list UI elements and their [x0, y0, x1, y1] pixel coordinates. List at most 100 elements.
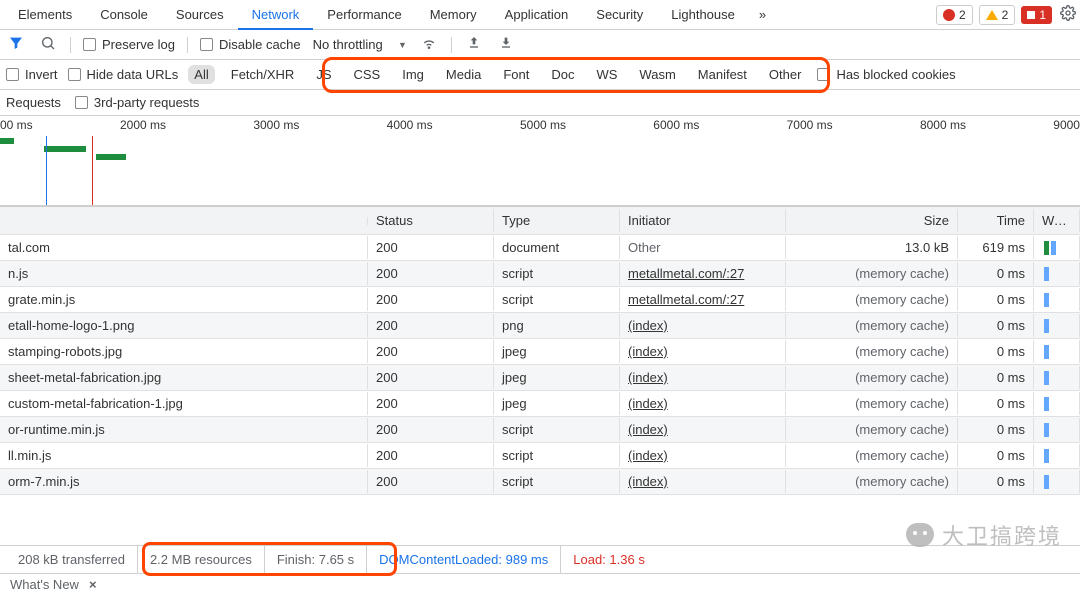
- tab-console[interactable]: Console: [86, 1, 162, 28]
- table-row[interactable]: n.js200scriptmetallmetal.com/:27(memory …: [0, 261, 1080, 287]
- initiator-link[interactable]: (index): [628, 448, 668, 463]
- table-row[interactable]: custom-metal-fabrication-1.jpg200jpeg(in…: [0, 391, 1080, 417]
- cell: 0 ms: [958, 288, 1034, 311]
- col-name[interactable]: [0, 217, 368, 225]
- issues-badge[interactable]: 1: [1021, 6, 1052, 24]
- preserve-log-checkbox[interactable]: Preserve log: [83, 37, 175, 52]
- checkbox-icon: [68, 68, 81, 81]
- filter-pill-ws[interactable]: WS: [590, 65, 623, 84]
- separator: [187, 37, 188, 53]
- waterfall-mark: [1044, 293, 1049, 307]
- settings-button[interactable]: [1060, 5, 1076, 24]
- initiator-link[interactable]: metallmetal.com/:27: [628, 292, 744, 307]
- cell: 0 ms: [958, 470, 1034, 493]
- initiator-link[interactable]: (index): [628, 344, 668, 359]
- warnings-badge[interactable]: 2: [979, 5, 1016, 25]
- network-conditions-button[interactable]: [419, 33, 439, 56]
- col-waterfall[interactable]: Water: [1034, 209, 1080, 232]
- initiator-link[interactable]: (index): [628, 422, 668, 437]
- search-button[interactable]: [38, 33, 58, 56]
- filter-pill-css[interactable]: CSS: [348, 65, 387, 84]
- cell: 200: [368, 444, 494, 467]
- tab-performance[interactable]: Performance: [313, 1, 415, 28]
- filter-pill-doc[interactable]: Doc: [545, 65, 580, 84]
- cell: 619 ms: [958, 236, 1034, 259]
- import-har-button[interactable]: [464, 33, 484, 56]
- cell: jpeg: [494, 366, 620, 389]
- filter-pill-font[interactable]: Font: [497, 65, 535, 84]
- tab-security[interactable]: Security: [582, 1, 657, 28]
- initiator-link[interactable]: (index): [628, 318, 668, 333]
- table-row[interactable]: or-runtime.min.js200script(index)(memory…: [0, 417, 1080, 443]
- cell-initiator: (index): [620, 444, 786, 467]
- cell: document: [494, 236, 620, 259]
- col-status[interactable]: Status: [368, 209, 494, 232]
- table-row[interactable]: ll.min.js200script(index)(memory cache)0…: [0, 443, 1080, 469]
- table-row[interactable]: sheet-metal-fabrication.jpg200jpeg(index…: [0, 365, 1080, 391]
- cell-initiator: (index): [620, 470, 786, 493]
- close-icon[interactable]: ×: [89, 577, 97, 592]
- third-party-checkbox[interactable]: 3rd-party requests: [75, 95, 200, 110]
- hide-data-urls-label: Hide data URLs: [87, 67, 179, 82]
- col-time[interactable]: Time: [958, 209, 1034, 232]
- tab-sources[interactable]: Sources: [162, 1, 238, 28]
- throttling-label: No throttling: [313, 37, 383, 52]
- cell-waterfall: [1034, 236, 1080, 260]
- initiator-link[interactable]: (index): [628, 396, 668, 411]
- disable-cache-checkbox[interactable]: Disable cache: [200, 37, 301, 52]
- filter-pill-wasm[interactable]: Wasm: [633, 65, 681, 84]
- has-blocked-cookies-checkbox[interactable]: Has blocked cookies: [817, 67, 955, 82]
- initiator-link[interactable]: metallmetal.com/:27: [628, 266, 744, 281]
- tab-elements[interactable]: Elements: [4, 1, 86, 28]
- tab-network[interactable]: Network: [238, 1, 314, 30]
- network-toolbar: Preserve log Disable cache No throttling…: [0, 30, 1080, 60]
- filter-pill-all[interactable]: All: [188, 65, 214, 84]
- filter-pill-media[interactable]: Media: [440, 65, 487, 84]
- dcl-marker: [46, 136, 47, 205]
- more-tabs-button[interactable]: »: [749, 1, 776, 28]
- timeline-tick: 9000: [1053, 118, 1080, 132]
- tab-lighthouse[interactable]: Lighthouse: [657, 1, 749, 28]
- filter-pill-fetchxhr[interactable]: Fetch/XHR: [225, 65, 301, 84]
- filter-pill-manifest[interactable]: Manifest: [692, 65, 753, 84]
- table-row[interactable]: tal.com200documentOther13.0 kB619 ms: [0, 235, 1080, 261]
- waterfall-mark: [1044, 345, 1049, 359]
- table-row[interactable]: orm-7.min.js200script(index)(memory cach…: [0, 469, 1080, 495]
- cell-initiator: (index): [620, 392, 786, 415]
- table-row[interactable]: stamping-robots.jpg200jpeg(index)(memory…: [0, 339, 1080, 365]
- table-body: tal.com200documentOther13.0 kB619 msn.js…: [0, 235, 1080, 545]
- checkbox-icon: [817, 68, 830, 81]
- waterfall-mark: [1044, 319, 1049, 333]
- col-size[interactable]: Size: [786, 209, 958, 232]
- filter-pill-other[interactable]: Other: [763, 65, 808, 84]
- cell-waterfall: [1034, 314, 1080, 338]
- tab-application[interactable]: Application: [491, 1, 583, 28]
- cell: grate.min.js: [0, 288, 368, 311]
- timeline-overview[interactable]: 00 ms2000 ms3000 ms4000 ms5000 ms6000 ms…: [0, 116, 1080, 206]
- cell: custom-metal-fabrication-1.jpg: [0, 392, 368, 415]
- errors-badge[interactable]: 2: [936, 5, 973, 25]
- waterfall-mark: [1044, 423, 1049, 437]
- filter-pill-js[interactable]: JS: [310, 65, 337, 84]
- col-initiator[interactable]: Initiator: [620, 209, 786, 232]
- initiator-link[interactable]: (index): [628, 370, 668, 385]
- export-har-button[interactable]: [496, 33, 516, 56]
- invert-checkbox[interactable]: Invert: [6, 67, 58, 82]
- cell: (memory cache): [786, 340, 958, 363]
- filter-pill-img[interactable]: Img: [396, 65, 430, 84]
- tab-memory[interactable]: Memory: [416, 1, 491, 28]
- search-icon: [40, 35, 56, 51]
- col-type[interactable]: Type: [494, 209, 620, 232]
- filter-toggle[interactable]: [6, 33, 26, 56]
- cell: etall-home-logo-1.png: [0, 314, 368, 337]
- devtools-tabs: ElementsConsoleSourcesNetworkPerformance…: [0, 0, 1080, 30]
- throttling-select[interactable]: No throttling ▼: [313, 37, 407, 52]
- waterfall-mark: [1044, 241, 1049, 255]
- drawer-tab-whatsnew[interactable]: What's New: [10, 577, 79, 592]
- table-row[interactable]: grate.min.js200scriptmetallmetal.com/:27…: [0, 287, 1080, 313]
- hide-data-urls-checkbox[interactable]: Hide data URLs: [68, 67, 179, 82]
- cell-initiator: metallmetal.com/:27: [620, 288, 786, 311]
- table-row[interactable]: etall-home-logo-1.png200png(index)(memor…: [0, 313, 1080, 339]
- initiator-link[interactable]: (index): [628, 474, 668, 489]
- issue-icon: [1027, 11, 1035, 19]
